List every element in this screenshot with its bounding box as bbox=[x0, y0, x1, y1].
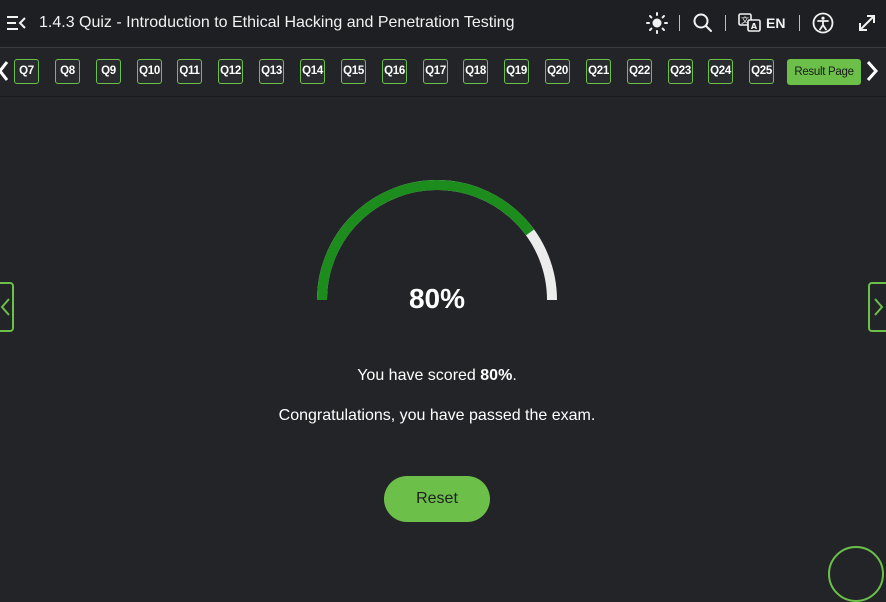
question-button-q23[interactable]: Q23 bbox=[668, 59, 693, 84]
question-button-q10[interactable]: Q10 bbox=[137, 59, 162, 84]
floating-action-button[interactable] bbox=[828, 546, 884, 602]
question-button-q20[interactable]: Q20 bbox=[545, 59, 570, 84]
reset-button[interactable]: Reset bbox=[384, 476, 490, 522]
language-label[interactable]: EN bbox=[766, 14, 785, 32]
toolbar-divider bbox=[799, 15, 800, 31]
top-bar: 1.4.3 Quiz - Introduction to Ethical Hac… bbox=[0, 0, 886, 48]
score-suffix: . bbox=[512, 367, 517, 384]
question-button-q13[interactable]: Q13 bbox=[259, 59, 284, 84]
question-button-q7[interactable]: Q7 bbox=[14, 59, 39, 84]
score-percentage: 80% bbox=[408, 283, 466, 314]
menu-collapse-icon[interactable] bbox=[6, 12, 28, 34]
expand-icon[interactable] bbox=[856, 11, 878, 35]
question-button-q16[interactable]: Q16 bbox=[382, 59, 407, 84]
question-button-q8[interactable]: Q8 bbox=[55, 59, 80, 84]
translate-icon[interactable]: 文 A bbox=[737, 11, 763, 35]
chevron-right-icon[interactable] bbox=[864, 58, 880, 84]
chevron-left-icon bbox=[0, 298, 10, 316]
question-button-q17[interactable]: Q17 bbox=[423, 59, 448, 84]
result-page-button[interactable]: Result Page bbox=[787, 59, 861, 85]
score-value: 80% bbox=[480, 367, 513, 384]
question-button-q14[interactable]: Q14 bbox=[300, 59, 325, 84]
svg-text:A: A bbox=[751, 22, 758, 31]
question-button-q24[interactable]: Q24 bbox=[708, 59, 733, 84]
toolbar-divider bbox=[725, 15, 726, 31]
question-button-q18[interactable]: Q18 bbox=[463, 59, 488, 84]
score-statement: You have scored 80%. bbox=[0, 367, 874, 385]
score-prefix: You have scored bbox=[357, 367, 481, 384]
question-button-q11[interactable]: Q11 bbox=[177, 59, 202, 84]
search-icon[interactable] bbox=[691, 11, 715, 35]
brightness-icon[interactable] bbox=[645, 11, 669, 35]
question-button-q19[interactable]: Q19 bbox=[504, 59, 529, 84]
chevron-right-icon bbox=[874, 298, 884, 316]
question-navigation: Q7 Q8 Q9 Q10 Q11 Q12 Q13 Q14 Q15 Q16 Q17 Q18 Q19 Q20 Q… bbox=[0, 48, 886, 97]
chevron-left-icon[interactable] bbox=[0, 58, 14, 84]
question-button-q9[interactable]: Q9 bbox=[96, 59, 121, 84]
question-button-q15[interactable]: Q15 bbox=[341, 59, 366, 84]
question-button-q22[interactable]: Q22 bbox=[627, 59, 652, 84]
question-button-q12[interactable]: Q12 bbox=[218, 59, 243, 84]
previous-page-button[interactable] bbox=[0, 282, 14, 332]
page-title: 1.4.3 Quiz - Introduction to Ethical Hac… bbox=[39, 14, 515, 31]
accessibility-icon[interactable] bbox=[811, 11, 835, 35]
next-page-button[interactable] bbox=[868, 282, 886, 332]
question-button-q25[interactable]: Q25 bbox=[749, 59, 774, 84]
pass-message: Congratulations, you have passed the exa… bbox=[278, 407, 596, 424]
question-button-q21[interactable]: Q21 bbox=[586, 59, 611, 84]
toolbar-divider bbox=[679, 15, 680, 31]
